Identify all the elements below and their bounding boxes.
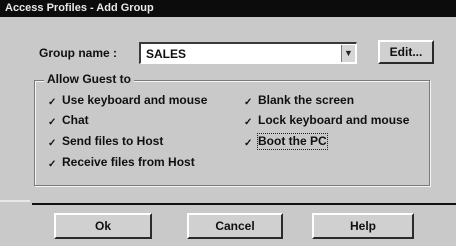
checkmark-icon: ✓ bbox=[244, 117, 253, 128]
checkbox-label: Lock keyboard and mouse bbox=[258, 113, 410, 127]
checkbox-label: Boot the PC bbox=[257, 133, 328, 150]
group-name-label: Group name : bbox=[39, 46, 118, 60]
checkbox-label: Send files to Host bbox=[62, 134, 164, 148]
checkbox-label: Blank the screen bbox=[258, 93, 355, 107]
group-name-value: SALES bbox=[146, 47, 187, 61]
checkmark-icon: ✓ bbox=[48, 97, 57, 108]
separator-highlight bbox=[0, 200, 30, 202]
checkbox-blank-screen[interactable]: ✓ Blank the screen bbox=[244, 93, 354, 108]
checkbox-lock-keyboard-mouse[interactable]: ✓ Lock keyboard and mouse bbox=[244, 113, 409, 128]
allow-guest-legend: Allow Guest to bbox=[44, 72, 134, 86]
group-name-combobox[interactable]: SALES ▼ bbox=[139, 42, 357, 64]
checkbox-send-files[interactable]: ✓ Send files to Host bbox=[48, 134, 163, 149]
window-title: Access Profiles - Add Group bbox=[0, 0, 456, 17]
separator-line bbox=[32, 203, 456, 205]
checkmark-icon: ✓ bbox=[48, 159, 57, 170]
checkmark-icon: ✓ bbox=[48, 138, 57, 149]
checkbox-label: Chat bbox=[62, 113, 89, 127]
checkbox-boot-pc[interactable]: ✓ Boot the PC bbox=[244, 133, 328, 150]
edit-button[interactable]: Edit... bbox=[378, 40, 434, 64]
checkmark-icon: ✓ bbox=[48, 117, 57, 128]
checkmark-icon: ✓ bbox=[244, 97, 253, 108]
cancel-button[interactable]: Cancel bbox=[187, 213, 283, 239]
checkbox-label: Use keyboard and mouse bbox=[62, 93, 208, 107]
checkbox-label: Receive files from Host bbox=[62, 155, 195, 169]
add-group-dialog: Access Profiles - Add Group Group name :… bbox=[0, 0, 456, 246]
checkbox-receive-files[interactable]: ✓ Receive files from Host bbox=[48, 155, 195, 170]
help-button[interactable]: Help bbox=[312, 213, 414, 239]
ok-button[interactable]: Ok bbox=[54, 213, 152, 239]
checkmark-icon: ✓ bbox=[244, 138, 253, 149]
chevron-down-icon[interactable]: ▼ bbox=[341, 45, 355, 62]
checkbox-use-keyboard-mouse[interactable]: ✓ Use keyboard and mouse bbox=[48, 93, 207, 108]
checkbox-chat[interactable]: ✓ Chat bbox=[48, 113, 89, 128]
